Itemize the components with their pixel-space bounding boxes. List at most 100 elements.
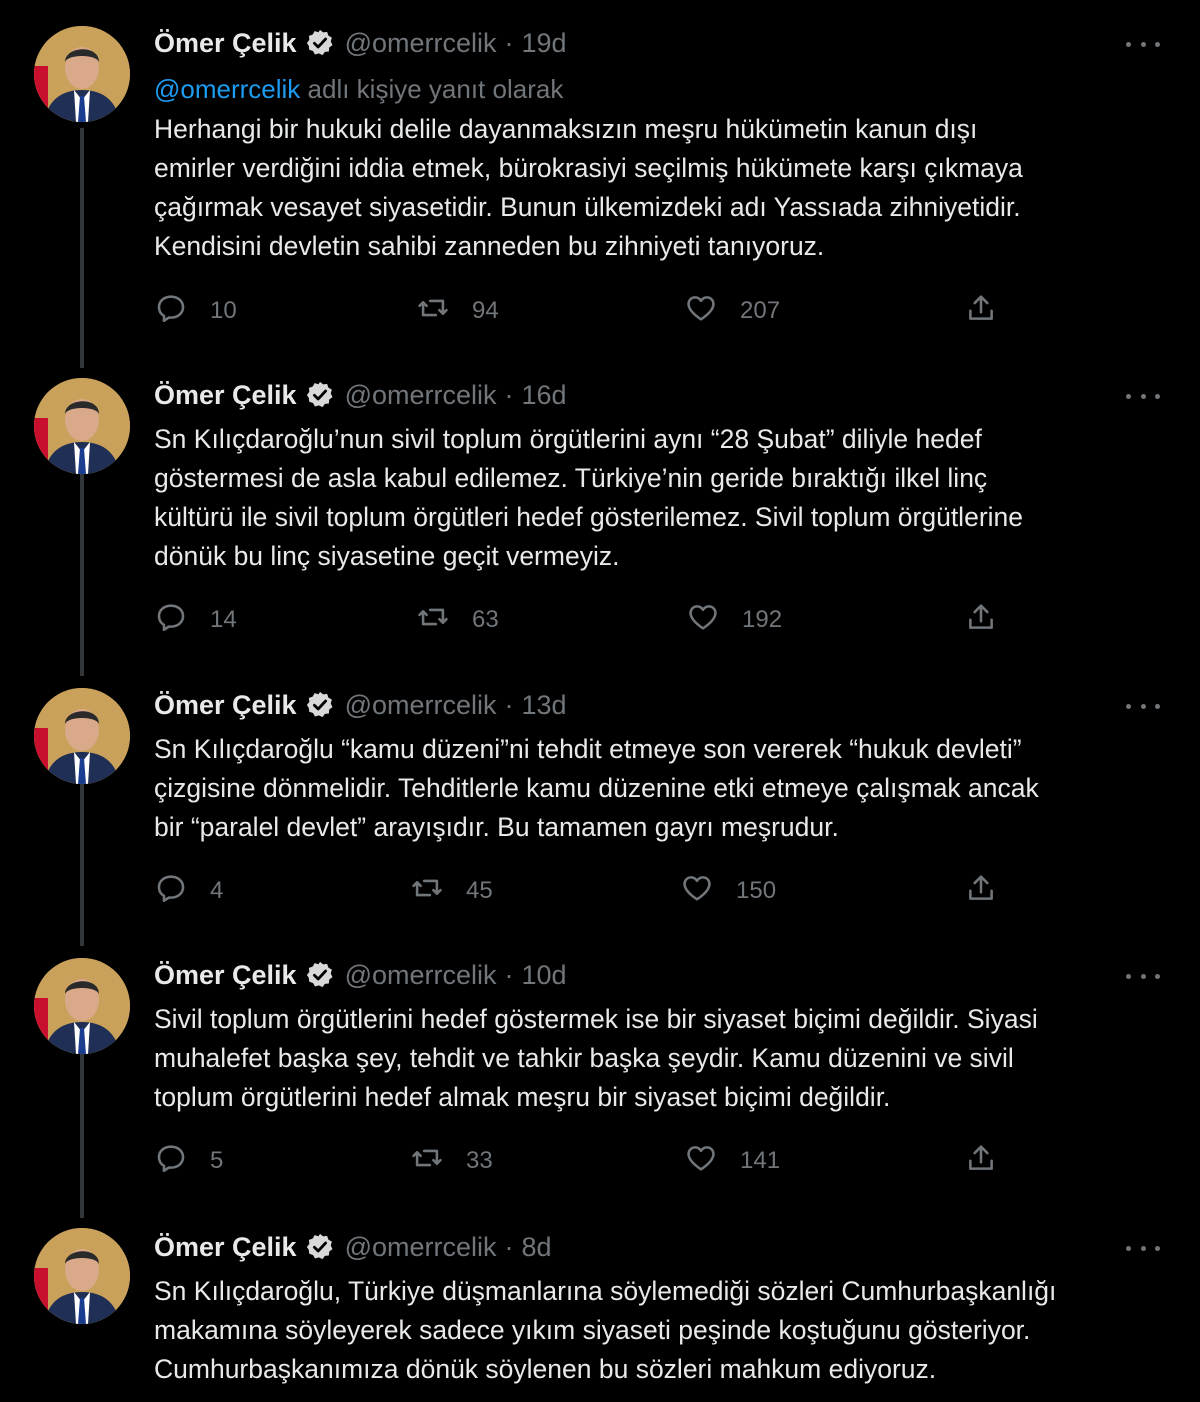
- reply-button[interactable]: 5: [154, 1144, 223, 1178]
- tweet-header: Ömer Çelik @omerrcelik · 16d: [154, 380, 567, 410]
- timestamp[interactable]: 10d: [522, 960, 567, 991]
- retweet-count: 45: [466, 877, 493, 904]
- verified-badge-icon: [305, 1232, 335, 1262]
- verified-badge-icon: [305, 28, 335, 58]
- tweet-text: Sn Kılıçdaroğlu’nun sivil toplum örgütle…: [154, 424, 1024, 571]
- author-handle[interactable]: @omerrcelik: [345, 960, 497, 991]
- thread-line: [80, 756, 84, 946]
- like-icon: [680, 871, 714, 912]
- tweet-actions: 5 33 141: [154, 1144, 1004, 1178]
- like-button[interactable]: 141: [684, 1144, 780, 1178]
- share-icon: [964, 871, 998, 912]
- retweet-icon: [416, 291, 450, 332]
- replying-to: @omerrcelik adlı kişiye yanıt olarak: [154, 74, 563, 105]
- retweet-icon: [410, 871, 444, 912]
- reply-button[interactable]: 4: [154, 874, 223, 908]
- reply-button[interactable]: 14: [154, 603, 237, 637]
- reply-icon: [154, 1141, 188, 1182]
- share-icon: [964, 600, 998, 641]
- author-name[interactable]: Ömer Çelik: [154, 1232, 297, 1263]
- tweet-actions: 10 94 207: [154, 294, 1004, 328]
- tweet-text: Sivil toplum örgütlerini hedef göstermek…: [154, 1004, 1038, 1112]
- author-name[interactable]: Ömer Çelik: [154, 380, 297, 411]
- separator-dot: ·: [504, 689, 514, 720]
- more-icon[interactable]: [1126, 386, 1160, 406]
- like-count: 207: [740, 297, 781, 324]
- tweet-1[interactable]: Ömer Çelik @omerrcelik · 19d @omerrcelik…: [0, 0, 1200, 360]
- like-button[interactable]: 192: [686, 603, 782, 637]
- author-handle[interactable]: @omerrcelik: [345, 690, 497, 721]
- reply-count: 10: [210, 297, 237, 324]
- author-handle[interactable]: @omerrcelik: [345, 380, 497, 411]
- reply-mention-link[interactable]: @omerrcelik: [154, 74, 300, 104]
- retweet-button[interactable]: 63: [416, 603, 499, 637]
- share-button[interactable]: [964, 1144, 998, 1178]
- more-icon[interactable]: [1126, 34, 1160, 54]
- author-name[interactable]: Ömer Çelik: [154, 28, 297, 59]
- retweet-count: 63: [472, 606, 499, 633]
- share-button[interactable]: [964, 874, 998, 908]
- tweet-text: Herhangi bir hukuki delile dayanmaksızın…: [154, 114, 1023, 261]
- verified-badge-icon: [305, 690, 335, 720]
- share-icon: [964, 1141, 998, 1182]
- tweet-header: Ömer Çelik @omerrcelik · 8d: [154, 1232, 552, 1262]
- more-icon[interactable]: [1126, 1238, 1160, 1258]
- separator-dot: ·: [504, 959, 514, 990]
- tweet-actions: 4 45 150: [154, 874, 1004, 908]
- tweet-header: Ömer Çelik @omerrcelik · 13d: [154, 690, 567, 720]
- retweet-icon: [416, 600, 450, 641]
- author-handle[interactable]: @omerrcelik: [345, 28, 497, 59]
- tweet-text: Sn Kılıçdaroğlu, Türkiye düşmanlarına sö…: [154, 1276, 1057, 1384]
- reply-to-label: adlı kişiye yanıt olarak: [300, 74, 564, 104]
- like-icon: [686, 600, 720, 641]
- separator-dot: ·: [504, 1231, 514, 1262]
- like-button[interactable]: 150: [680, 874, 776, 908]
- verified-badge-icon: [305, 960, 335, 990]
- timestamp[interactable]: 13d: [522, 690, 567, 721]
- retweet-icon: [410, 1141, 444, 1182]
- like-button[interactable]: 207: [684, 294, 780, 328]
- reply-count: 4: [210, 877, 224, 904]
- like-count: 150: [736, 877, 777, 904]
- separator-dot: ·: [504, 27, 514, 58]
- reply-button[interactable]: 10: [154, 294, 237, 328]
- avatar[interactable]: [34, 378, 130, 474]
- more-icon[interactable]: [1126, 966, 1160, 986]
- retweet-button[interactable]: 94: [416, 294, 499, 328]
- retweet-button[interactable]: 45: [410, 874, 493, 908]
- verified-badge-icon: [305, 380, 335, 410]
- tweet-header: Ömer Çelik @omerrcelik · 19d: [154, 28, 567, 58]
- like-icon: [684, 291, 718, 332]
- timestamp[interactable]: 8d: [522, 1232, 552, 1263]
- like-count: 192: [742, 606, 783, 633]
- reply-count: 5: [210, 1147, 224, 1174]
- reply-icon: [154, 600, 188, 641]
- share-button[interactable]: [964, 294, 998, 328]
- share-icon: [964, 291, 998, 332]
- tweet-actions: 14 63 192: [154, 603, 1004, 637]
- retweet-count: 33: [466, 1147, 493, 1174]
- author-name[interactable]: Ömer Çelik: [154, 960, 297, 991]
- avatar[interactable]: [34, 688, 130, 784]
- reply-icon: [154, 291, 188, 332]
- timestamp[interactable]: 16d: [522, 380, 567, 411]
- retweet-button[interactable]: 33: [410, 1144, 493, 1178]
- author-name[interactable]: Ömer Çelik: [154, 690, 297, 721]
- reply-icon: [154, 871, 188, 912]
- timestamp[interactable]: 19d: [522, 28, 567, 59]
- tweet-header: Ömer Çelik @omerrcelik · 10d: [154, 960, 567, 990]
- like-icon: [684, 1141, 718, 1182]
- thread-line: [80, 446, 84, 676]
- tweet-text: Sn Kılıçdaroğlu “kamu düzeni”ni tehdit e…: [154, 734, 1039, 842]
- avatar[interactable]: [34, 1228, 130, 1324]
- thread-line: [80, 1026, 84, 1218]
- share-button[interactable]: [964, 603, 998, 637]
- retweet-count: 94: [472, 297, 499, 324]
- author-handle[interactable]: @omerrcelik: [345, 1232, 497, 1263]
- reply-count: 14: [210, 606, 237, 633]
- separator-dot: ·: [504, 379, 514, 410]
- avatar[interactable]: [34, 958, 130, 1054]
- avatar[interactable]: [34, 26, 130, 122]
- more-icon[interactable]: [1126, 696, 1160, 716]
- like-count: 141: [740, 1147, 781, 1174]
